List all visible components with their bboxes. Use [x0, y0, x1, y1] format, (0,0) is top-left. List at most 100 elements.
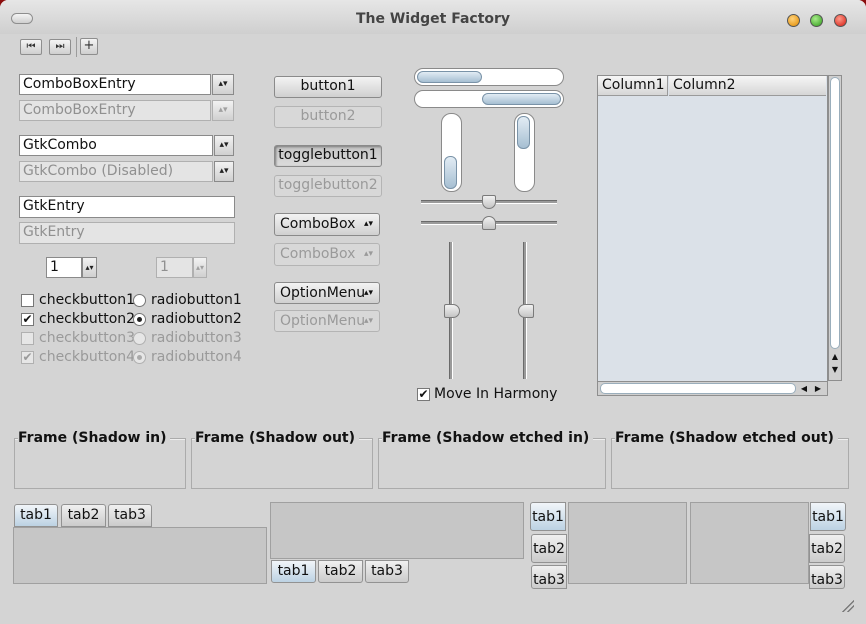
checkbutton1-box[interactable] — [21, 294, 34, 307]
progress-bar-vertical-2 — [514, 113, 535, 192]
progress-bar-vertical-1 — [441, 113, 462, 192]
progress-bar-horizontal-1 — [414, 68, 564, 86]
progress-bar-horizontal-2 — [414, 90, 564, 108]
spin-button-disabled: 1 — [156, 257, 193, 278]
combobox-entry-arrow[interactable]: ▴▾ — [212, 74, 234, 95]
notebook-top-tab3[interactable]: tab3 — [108, 504, 152, 527]
column2-label: Column2 — [673, 77, 736, 93]
option-menu-label: OptionMenu — [280, 285, 366, 301]
option-menu-disabled: OptionMenu ▴▾ — [274, 310, 380, 332]
notebook-right-panel — [690, 502, 809, 584]
radio-dot-icon — [137, 355, 142, 360]
move-in-harmony-checkbox[interactable]: ✔ — [417, 388, 430, 401]
frame-shadow-in-label: Frame (Shadow in) — [18, 430, 171, 446]
notebook-bottom-tab3[interactable]: tab3 — [365, 560, 409, 583]
widget-factory-window: The Widget Factory ⏮ ⏭ + ComboBoxEntry ▴… — [0, 0, 866, 624]
gtk-entry[interactable]: GtkEntry — [19, 196, 235, 218]
gtkcombo-disabled-arrow: ▴▾ — [214, 161, 234, 182]
spin-button-arrows[interactable]: ▴▾ — [82, 257, 97, 278]
notebook-bottom-tab1[interactable]: tab1 — [271, 560, 316, 583]
tree-header-column1[interactable]: Column1 — [598, 76, 668, 96]
notebook-right-tab2[interactable]: tab2 — [809, 534, 845, 563]
combobox-arrow-icon: ▴▾ — [363, 219, 373, 229]
combobox-disabled: ComboBox ▴▾ — [274, 243, 380, 266]
frame-shadow-out-label: Frame (Shadow out) — [195, 430, 359, 446]
option-menu-disabled-label: OptionMenu — [280, 313, 366, 329]
progress-fill-h1 — [417, 71, 482, 83]
checkbutton4-label: checkbutton4 — [39, 349, 136, 365]
notebook-top-tab1[interactable]: tab1 — [14, 504, 58, 527]
notebook-right-tab3[interactable]: tab3 — [809, 565, 845, 589]
notebook-bottom-tab2[interactable]: tab2 — [318, 560, 363, 583]
hscale-2-slider[interactable] — [482, 216, 496, 230]
option-menu-disabled-arrow-icon: ▴▾ — [363, 316, 373, 326]
radiobutton4-circle — [133, 351, 146, 364]
scroll-down-arrow-icon[interactable]: ▼ — [829, 364, 841, 376]
combobox[interactable]: ComboBox ▴▾ — [274, 213, 380, 236]
hscale-1-slider[interactable] — [482, 195, 496, 209]
checkbutton2-box[interactable]: ✔ — [21, 313, 34, 326]
scroll-right-arrow-icon[interactable]: ▶ — [812, 383, 824, 394]
radiobutton1-circle[interactable] — [133, 294, 146, 307]
title-bar[interactable]: The Widget Factory — [0, 0, 866, 34]
button1[interactable]: button1 — [274, 76, 382, 98]
close-button[interactable] — [834, 14, 847, 27]
frame-shadow-etched-in-label: Frame (Shadow etched in) — [382, 430, 594, 446]
progress-fill-v2 — [517, 116, 530, 149]
tree-view[interactable] — [597, 75, 828, 396]
progress-fill-v1 — [444, 156, 457, 189]
radiobutton2-circle[interactable] — [133, 313, 146, 326]
option-menu[interactable]: OptionMenu ▴▾ — [274, 282, 380, 304]
scroll-up-arrow-icon[interactable]: ▲ — [829, 351, 841, 363]
add-icon[interactable]: + — [80, 38, 98, 55]
radiobutton2-label: radiobutton2 — [151, 311, 242, 327]
window-title: The Widget Factory — [355, 11, 511, 27]
combobox-label: ComboBox — [280, 216, 356, 232]
tree-header-column2[interactable]: Column2 — [669, 76, 826, 96]
radiobutton3-label: radiobutton3 — [151, 330, 242, 346]
togglebutton2: togglebutton2 — [274, 175, 382, 197]
toolbar-separator — [76, 37, 77, 57]
spin-button[interactable]: 1 — [46, 257, 82, 278]
combobox-entry[interactable]: ComboBoxEntry — [19, 74, 211, 95]
notebook-left-tab1[interactable]: tab1 — [530, 502, 566, 531]
gtk-entry-disabled: GtkEntry — [19, 222, 235, 244]
radiobutton3-circle — [133, 332, 146, 345]
tree-vscrollbar-thumb[interactable] — [830, 77, 840, 349]
frame-shadow-etched-out-label: Frame (Shadow etched out) — [615, 430, 838, 446]
minimize-button[interactable] — [787, 14, 800, 27]
column1-label: Column1 — [602, 77, 665, 93]
checkbutton1-label: checkbutton1 — [39, 292, 136, 308]
radiobutton4-label: radiobutton4 — [151, 349, 242, 365]
combobox-disabled-label: ComboBox — [280, 246, 356, 262]
checkbutton3-label: checkbutton3 — [39, 330, 136, 346]
radiobutton1-label: radiobutton1 — [151, 292, 242, 308]
maximize-button[interactable] — [810, 14, 823, 27]
combobox-entry-disabled-arrow: ▴▾ — [212, 100, 234, 121]
tree-hscrollbar-thumb[interactable] — [600, 383, 796, 394]
go-last-icon[interactable]: ⏭ — [49, 39, 71, 55]
notebook-top-tab2[interactable]: tab2 — [61, 504, 106, 527]
checkbutton3-box — [21, 332, 34, 345]
go-first-icon[interactable]: ⏮ — [20, 39, 42, 55]
notebook-bottom-panel — [270, 502, 524, 559]
vscale-1-slider[interactable] — [444, 304, 460, 318]
resize-grip-icon[interactable] — [842, 600, 854, 612]
gtkcombo-entry[interactable]: GtkCombo — [19, 135, 213, 156]
button2: button2 — [274, 106, 382, 128]
notebook-left-tab3[interactable]: tab3 — [531, 565, 567, 589]
notebook-left-panel — [568, 502, 687, 584]
scroll-left-arrow-icon[interactable]: ◀ — [798, 383, 810, 394]
checkbutton2-label: checkbutton2 — [39, 311, 136, 327]
gtkcombo-arrow[interactable]: ▴▾ — [214, 135, 234, 156]
combobox-disabled-arrow-icon: ▴▾ — [363, 249, 373, 259]
notebook-left-tab2[interactable]: tab2 — [531, 534, 567, 563]
notebook-right-tab1[interactable]: tab1 — [810, 502, 846, 531]
checkbutton4-box: ✔ — [21, 350, 34, 364]
progress-fill-h2 — [482, 93, 561, 105]
move-in-harmony-label: Move In Harmony — [434, 386, 558, 402]
combobox-entry-disabled: ComboBoxEntry — [19, 100, 211, 121]
gtkcombo-disabled-entry: GtkCombo (Disabled) — [19, 161, 213, 182]
togglebutton1[interactable]: togglebutton1 — [274, 145, 382, 167]
vscale-2-slider[interactable] — [518, 304, 534, 318]
